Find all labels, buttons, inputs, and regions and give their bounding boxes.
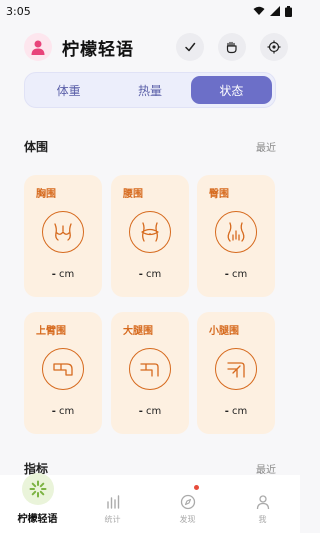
card-unit: cm <box>146 269 162 280</box>
recent-link[interactable]: 最近 <box>256 139 276 154</box>
status-bar: 3:05 <box>0 0 300 22</box>
notification-dot <box>194 485 199 490</box>
chart-icon <box>106 495 119 509</box>
app-title: 柠檬轻语 <box>62 39 134 60</box>
nav-label: 柠檬轻语 <box>17 514 58 525</box>
chest-card[interactable]: 胸围 - cm <box>24 175 102 297</box>
nav-label: 统计 <box>104 515 121 524</box>
battery-icon <box>285 5 292 17</box>
nav-stats[interactable]: 统计 <box>75 475 150 533</box>
section-title: 体围 <box>24 140 49 154</box>
card-value: - <box>138 406 143 417</box>
waist-icon <box>129 211 171 253</box>
chest-icon <box>42 211 84 253</box>
bottom-nav: 柠檬轻语 统计 发现 我 <box>0 473 300 533</box>
card-unit: cm <box>232 269 248 280</box>
nav-label: 我 <box>258 515 267 524</box>
recent-link[interactable]: 最近 <box>256 461 276 476</box>
fist-icon <box>226 41 237 54</box>
nav-discover[interactable]: 发现 <box>150 475 225 533</box>
body-section-header: 体围 最近 <box>24 138 276 155</box>
tab-weight[interactable]: 体重 <box>28 76 109 104</box>
fist-button[interactable] <box>218 33 246 61</box>
wifi-icon <box>253 6 265 15</box>
card-label: 上臂围 <box>36 326 66 337</box>
card-label: 腰围 <box>123 189 143 200</box>
thigh-icon <box>129 348 171 390</box>
calf-icon <box>215 348 257 390</box>
tab-status[interactable]: 状态 <box>190 76 272 104</box>
compass-icon <box>180 494 195 510</box>
upper-arm-icon <box>42 348 84 390</box>
card-label: 大腿围 <box>123 326 153 337</box>
target-icon <box>267 40 281 54</box>
avatar[interactable] <box>24 33 52 61</box>
nav-profile[interactable]: 我 <box>225 475 300 533</box>
card-value: - <box>138 269 143 280</box>
calf-card[interactable]: 小腿围 - cm <box>197 312 275 434</box>
signal-icon <box>270 6 280 16</box>
lemon-icon <box>28 480 47 498</box>
user-icon <box>256 495 269 510</box>
check-button[interactable] <box>176 33 204 61</box>
upper-arm-card[interactable]: 上臂围 - cm <box>24 312 102 434</box>
hip-icon <box>215 211 257 253</box>
tab-calories[interactable]: 热量 <box>109 76 190 104</box>
thigh-card[interactable]: 大腿围 - cm <box>111 312 189 434</box>
status-time: 3:05 <box>6 4 31 18</box>
card-value: - <box>224 406 229 417</box>
card-label: 小腿围 <box>209 326 239 337</box>
segmented-tabs: 体重 热量 状态 <box>24 72 276 108</box>
card-value: - <box>51 269 56 280</box>
hip-card[interactable]: 臀围 - cm <box>197 175 275 297</box>
waist-card[interactable]: 腰围 - cm <box>111 175 189 297</box>
check-icon <box>185 42 196 52</box>
card-label: 胸围 <box>36 189 56 200</box>
card-value: - <box>224 269 229 280</box>
card-unit: cm <box>59 269 75 280</box>
card-unit: cm <box>59 406 75 417</box>
nav-home[interactable]: 柠檬轻语 <box>0 473 75 533</box>
card-value: - <box>51 406 56 417</box>
card-label: 臀围 <box>209 189 229 200</box>
person-icon <box>31 40 45 55</box>
card-unit: cm <box>232 406 248 417</box>
app-header: 柠檬轻语 <box>0 30 300 64</box>
target-button[interactable] <box>260 33 288 61</box>
nav-label: 发现 <box>179 515 196 524</box>
card-unit: cm <box>146 406 162 417</box>
